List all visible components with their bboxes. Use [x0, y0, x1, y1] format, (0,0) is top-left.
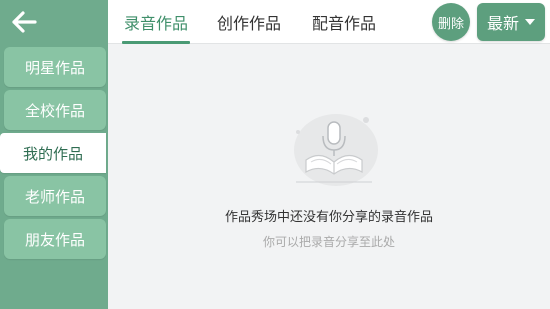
- caret-down-icon: [525, 19, 535, 25]
- sidebar-item-teacher-works[interactable]: 老师作品: [4, 176, 106, 216]
- sidebar-item-my-works[interactable]: 我的作品: [0, 133, 106, 173]
- sidebar-item-label: 老师作品: [24, 187, 85, 206]
- delete-button[interactable]: 删除: [432, 3, 470, 41]
- arrow-left-icon: [12, 11, 37, 33]
- tab-label: 创作作品: [216, 14, 281, 33]
- book-microphone-icon: [284, 102, 384, 192]
- tab-dubbing-works[interactable]: 配音作品: [308, 0, 380, 44]
- empty-state-title: 作品秀场中还没有你分享的录音作品: [224, 210, 433, 225]
- empty-state-subtitle: 你可以把录音分享至此处: [262, 235, 395, 249]
- sidebar-item-school-works[interactable]: 全校作品: [4, 90, 106, 130]
- sidebar-item-label: 我的作品: [22, 144, 83, 163]
- tab-recording-works[interactable]: 录音作品: [120, 0, 192, 44]
- back-button[interactable]: [6, 4, 42, 40]
- sidebar-item-star-works[interactable]: 明星作品: [4, 47, 106, 87]
- sidebar-item-label: 全校作品: [24, 101, 85, 120]
- sidebar-item-label: 明星作品: [24, 58, 85, 77]
- sort-dropdown[interactable]: 最新: [477, 3, 545, 41]
- sidebar-item-label: 朋友作品: [24, 230, 85, 249]
- tab-label: 配音作品: [311, 14, 376, 33]
- tab-label: 录音作品: [123, 14, 188, 33]
- tab-creation-works[interactable]: 创作作品: [213, 0, 285, 44]
- top-bar: 录音作品 创作作品 配音作品 删除 最新: [108, 0, 550, 44]
- delete-button-label: 删除: [437, 16, 464, 32]
- sidebar: 明星作品 全校作品 我的作品 老师作品 朋友作品: [0, 0, 108, 309]
- sidebar-item-friend-works[interactable]: 朋友作品: [4, 219, 106, 259]
- sort-dropdown-label: 最新: [486, 14, 519, 33]
